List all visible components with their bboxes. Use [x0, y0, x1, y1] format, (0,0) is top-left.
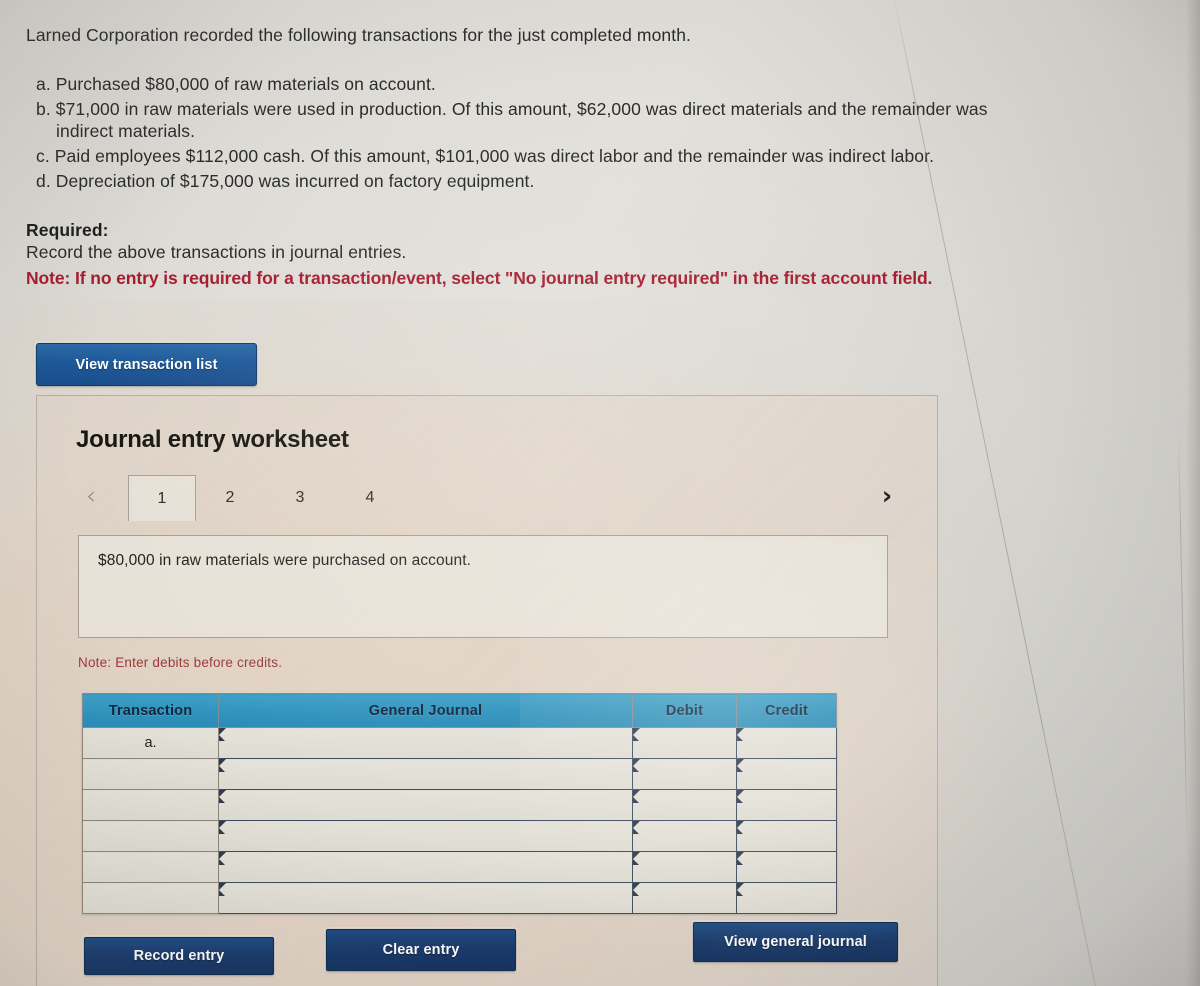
- general-journal-field[interactable]: [218, 851, 633, 883]
- photo-edge-shadow: [1186, 0, 1200, 986]
- journal-entry-table: Transaction General Journal Debit Credit…: [82, 693, 837, 914]
- credit-field[interactable]: [736, 758, 837, 790]
- column-header-general-journal: General Journal: [218, 693, 633, 728]
- debit-field[interactable]: [632, 851, 737, 883]
- view-general-journal-button[interactable]: View general journal: [693, 922, 898, 962]
- transaction-cell: [82, 882, 219, 914]
- problem-item-d-label: d.: [36, 170, 51, 191]
- general-journal-field[interactable]: [218, 727, 633, 759]
- worksheet-title: Journal entry worksheet: [76, 426, 349, 453]
- column-header-credit: Credit: [736, 693, 837, 728]
- table-row: [82, 882, 837, 914]
- problem-item-b-continuation: indirect materials.: [56, 121, 196, 142]
- credit-field[interactable]: [736, 882, 837, 914]
- transaction-description-text: $80,000 in raw materials were purchased …: [98, 552, 472, 569]
- credit-field[interactable]: [736, 789, 837, 821]
- problem-item-c-text: Paid employees $112,000 cash. Of this am…: [54, 146, 935, 166]
- view-transaction-list-button[interactable]: View transaction list: [36, 343, 257, 386]
- problem-statement: Larned Corporation recorded the followin…: [26, 24, 1186, 290]
- credit-field[interactable]: [736, 851, 837, 883]
- worksheet-tab-2[interactable]: 2: [204, 475, 256, 521]
- problem-item-b-text: $71,000 in raw materials were used in pr…: [55, 98, 988, 119]
- required-note: Note: If no entry is required for a tran…: [26, 268, 933, 288]
- credit-field[interactable]: [736, 727, 837, 759]
- table-row: a.: [82, 727, 837, 759]
- problem-item-b-label: b.: [36, 98, 51, 119]
- chevron-right-icon[interactable]: ›: [874, 481, 900, 511]
- worksheet-tab-1[interactable]: 1: [128, 475, 196, 521]
- table-row: [82, 820, 837, 852]
- problem-item-a: a. Purchased $80,000 of raw materials on…: [26, 73, 1186, 96]
- problem-item-c-label: c.: [36, 146, 50, 166]
- transaction-cell: [82, 851, 219, 883]
- transaction-cell: a.: [82, 727, 219, 759]
- general-journal-field[interactable]: [218, 820, 633, 852]
- problem-item-d-text: Depreciation of $175,000 was incurred on…: [55, 170, 535, 191]
- chevron-left-icon[interactable]: ‹: [78, 481, 104, 511]
- required-instruction: Record the above transactions in journal…: [26, 242, 407, 263]
- record-entry-button[interactable]: Record entry: [84, 937, 274, 975]
- clear-entry-button[interactable]: Clear entry: [326, 929, 516, 971]
- debit-field[interactable]: [632, 820, 737, 852]
- table-row: [82, 758, 837, 790]
- transaction-cell: [82, 820, 219, 852]
- debit-field[interactable]: [632, 758, 737, 790]
- table-row: [82, 789, 837, 821]
- enter-debits-before-credits-note: Note: Enter debits before credits.: [78, 655, 283, 670]
- problem-intro: Larned Corporation recorded the followin…: [26, 25, 692, 45]
- debit-field[interactable]: [632, 789, 737, 821]
- credit-field[interactable]: [736, 820, 837, 852]
- required-block: Required: Record the above transactions …: [26, 219, 1186, 290]
- table-row: [82, 851, 837, 883]
- column-header-transaction: Transaction: [82, 693, 219, 728]
- required-label: Required:: [26, 219, 109, 240]
- problem-item-d: d. Depreciation of $175,000 was incurred…: [26, 170, 1186, 193]
- debit-field[interactable]: [632, 882, 737, 914]
- table-header-row: Transaction General Journal Debit Credit: [82, 693, 837, 728]
- problem-item-a-text: Purchased $80,000 of raw materials on ac…: [55, 73, 436, 94]
- paper-crease-line-right: [1178, 429, 1189, 850]
- transaction-description-box: $80,000 in raw materials were purchased …: [78, 535, 888, 638]
- general-journal-field[interactable]: [218, 789, 633, 821]
- worksheet-tab-4[interactable]: 4: [344, 475, 396, 521]
- column-header-debit: Debit: [632, 693, 737, 728]
- photographed-screen: Larned Corporation recorded the followin…: [0, 0, 1200, 986]
- problem-item-c: c. Paid employees $112,000 cash. Of this…: [26, 145, 1186, 168]
- transaction-cell: [82, 789, 219, 821]
- problem-item-b: b. $71,000 in raw materials were used in…: [26, 98, 1186, 144]
- debit-field[interactable]: [632, 727, 737, 759]
- general-journal-field[interactable]: [218, 882, 633, 914]
- transaction-cell: [82, 758, 219, 790]
- general-journal-field[interactable]: [218, 758, 633, 790]
- worksheet-tab-3[interactable]: 3: [274, 475, 326, 521]
- problem-item-a-label: a.: [36, 73, 51, 94]
- worksheet-tab-strip: ‹ 1 2 3 4 ›: [76, 475, 906, 522]
